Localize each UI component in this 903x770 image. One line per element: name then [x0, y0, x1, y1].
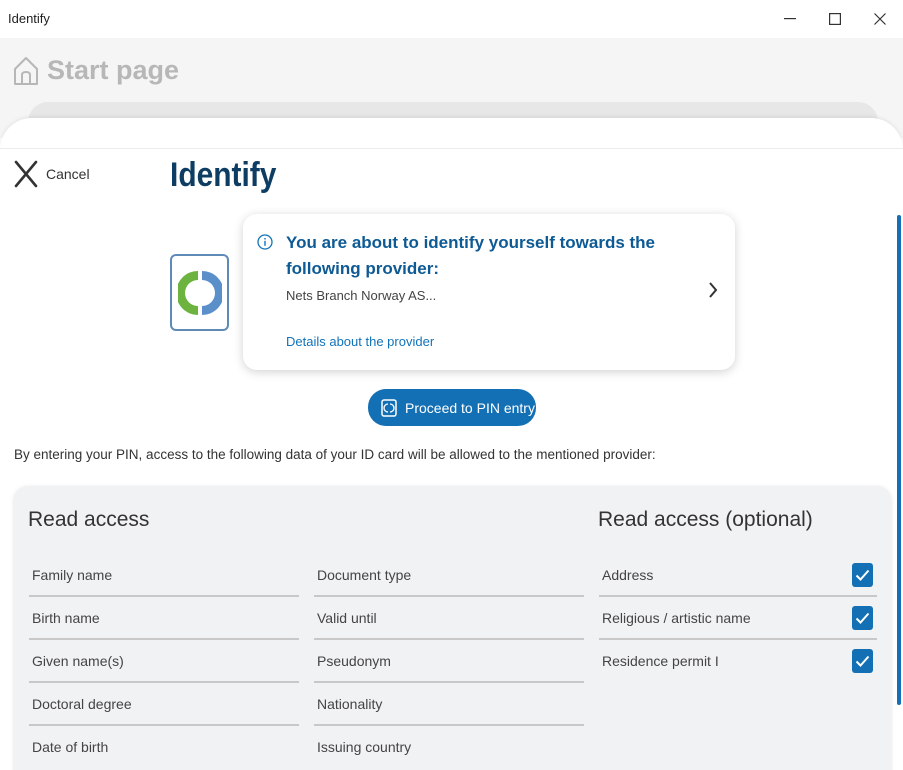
- read-access-item-label: Issuing country: [317, 739, 412, 755]
- read-access-item: Doctoral degree: [29, 683, 299, 726]
- proceed-label: Proceed to PIN entry: [405, 399, 535, 416]
- close-icon: [14, 160, 38, 188]
- access-panel: Read access Read access (optional) Famil…: [14, 486, 891, 770]
- window-title: Identify: [8, 11, 50, 26]
- optional-access-item[interactable]: Residence permit I: [599, 640, 877, 683]
- cancel-label: Cancel: [46, 166, 90, 182]
- checkmark-icon: [855, 569, 870, 581]
- cancel-button[interactable]: Cancel: [14, 160, 90, 188]
- read-access-item: Given name(s): [29, 640, 299, 683]
- page-title: Identify: [170, 156, 277, 194]
- optional-access-item-label: Religious / artistic name: [602, 610, 751, 626]
- read-access-item: Date of birth: [29, 726, 299, 769]
- intro-text: By entering your PIN, access to the foll…: [14, 447, 656, 462]
- read-access-item: Pseudonym: [314, 640, 584, 683]
- optional-access-item-label: Residence permit I: [602, 653, 719, 669]
- id-card-icon: [381, 398, 397, 417]
- optional-access-item[interactable]: Religious / artistic name: [599, 597, 877, 640]
- provider-details-link[interactable]: Details about the provider: [286, 334, 434, 349]
- provider-card[interactable]: You are about to identify yourself towar…: [243, 214, 735, 370]
- minimize-icon: [784, 18, 796, 20]
- read-access-optional-title: Read access (optional): [598, 508, 813, 531]
- read-access-item: Nationality: [314, 683, 584, 726]
- read-access-item-label: Valid until: [317, 610, 377, 626]
- provider-logo-icon: [177, 270, 222, 315]
- read-access-item: Birth name: [29, 597, 299, 640]
- minimize-button[interactable]: [767, 0, 813, 38]
- home-icon: [14, 57, 38, 85]
- read-access-item-label: Nationality: [317, 696, 383, 712]
- info-icon: [257, 234, 273, 250]
- scrollbar[interactable]: [897, 215, 901, 705]
- address-checkbox[interactable]: [852, 563, 873, 587]
- read-access-item: Family name: [29, 554, 299, 597]
- identify-dialog: Cancel Identify You are about to identif…: [0, 118, 903, 770]
- provider-name: Nets Branch Norway AS...: [286, 288, 437, 303]
- read-access-item-label: Document type: [317, 567, 412, 583]
- provider-message: You are about to identify yourself towar…: [286, 233, 656, 278]
- residence-permit-checkbox[interactable]: [852, 649, 873, 673]
- checkmark-icon: [855, 655, 870, 667]
- read-access-item-label: Family name: [32, 567, 113, 583]
- divider: [0, 148, 903, 149]
- read-access-item: Valid until: [314, 597, 584, 640]
- optional-access-item[interactable]: Address: [599, 554, 877, 597]
- read-access-item-label: Doctoral degree: [32, 696, 132, 712]
- optional-access-item-label: Address: [602, 567, 654, 583]
- maximize-button[interactable]: [812, 0, 858, 38]
- religious-artistic-name-checkbox[interactable]: [852, 606, 873, 630]
- checkmark-icon: [855, 612, 870, 624]
- window-titlebar: Identify: [0, 0, 903, 38]
- maximize-icon: [829, 13, 841, 25]
- close-window-button[interactable]: [857, 0, 903, 38]
- start-page-label: Start page: [47, 55, 180, 85]
- read-access-item: Issuing country: [314, 726, 584, 769]
- read-access-item: Document type: [314, 554, 584, 597]
- read-access-item-label: Birth name: [32, 610, 100, 626]
- proceed-to-pin-button[interactable]: Proceed to PIN entry: [368, 389, 536, 426]
- close-icon: [874, 13, 886, 25]
- read-access-item-label: Given name(s): [32, 653, 124, 669]
- read-access-title: Read access: [28, 508, 150, 531]
- read-access-item-label: Date of birth: [32, 739, 109, 755]
- provider-logo: [170, 254, 229, 331]
- chevron-right-icon[interactable]: [707, 281, 719, 299]
- read-access-item-label: Pseudonym: [317, 653, 391, 669]
